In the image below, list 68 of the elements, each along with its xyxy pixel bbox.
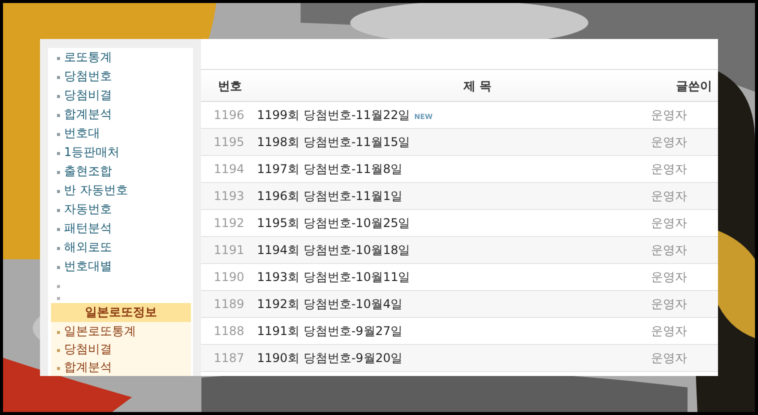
sidebar-link[interactable]: 번호대별 <box>64 257 112 276</box>
sidebar-link[interactable]: 출현조합 <box>64 162 112 181</box>
table-row[interactable]: 1187 1190회 당첨번호-9월20일 운영자 <box>201 345 718 372</box>
table-cell-text: 1190 <box>212 269 246 286</box>
table-cell-text: 1195 <box>212 134 246 151</box>
post-title-link[interactable]: 1192회 당첨번호-10월4일 <box>257 295 403 313</box>
bullet-icon <box>57 266 60 269</box>
table-row[interactable]: 1193 1196회 당첨번호-11월1일 운영자 <box>201 183 718 210</box>
table-cell-text: 1187 <box>212 350 246 367</box>
table-cell-text: 운영자 <box>650 323 688 340</box>
table-cell-text: 1191 <box>212 242 246 259</box>
post-title-link[interactable]: 1197회 당첨번호-11월8일 <box>257 160 403 178</box>
sidebar-link[interactable]: 패턴분석 <box>64 219 112 238</box>
post-title-link[interactable]: 1195회 당첨번호-10월25일 <box>257 214 410 232</box>
sidebar-link[interactable]: 당첨번호 <box>64 67 112 86</box>
table-row[interactable]: 1191 1194회 당첨번호-10월18일 운영자 <box>201 237 718 264</box>
bullet-icon <box>57 171 60 174</box>
bullet-icon <box>57 349 60 352</box>
table-cell-text: 1194 <box>212 161 246 178</box>
table-cell-text: 운영자 <box>650 188 688 205</box>
sidebar-link[interactable]: 로또통계 <box>64 48 112 67</box>
bullet-icon <box>57 228 60 231</box>
table-cell-text: 운영자 <box>650 107 688 124</box>
bullet-icon <box>57 297 60 300</box>
table-cell-text: 운영자 <box>650 350 688 367</box>
table-cell-text: 운영자 <box>650 269 688 286</box>
post-title-link[interactable]: 1199회 당첨번호-11월22일 <box>257 106 410 124</box>
sidebar-link[interactable]: 합계분석 <box>64 105 112 124</box>
section-header: 일본로또정보 <box>51 303 191 322</box>
column-header: 제 목 <box>462 78 493 94</box>
table-cell-text: 1192 <box>212 215 246 232</box>
post-title-link[interactable]: 1198회 당첨번호-11월15일 <box>257 133 410 151</box>
bullet-icon <box>57 57 60 60</box>
table-cell-text: 1193 <box>212 188 246 205</box>
table-row[interactable]: 1189 1192회 당첨번호-10월4일 운영자 <box>201 291 718 318</box>
bullet-icon <box>57 95 60 98</box>
sidebar-link[interactable]: 해외로또 <box>64 238 112 257</box>
sidebar-link[interactable]: 번호대 <box>64 124 100 143</box>
table-cell-text: 1189 <box>212 296 246 313</box>
table-row[interactable]: 1195 1198회 당첨번호-11월15일 운영자 <box>201 129 718 156</box>
bullet-icon <box>57 76 60 79</box>
post-title-link[interactable]: 1191회 당첨번호-9월27일 <box>257 322 403 340</box>
column-header: 글쓴이 <box>675 78 713 94</box>
table-cell-text: 운영자 <box>650 161 688 178</box>
table-cell-text: 운영자 <box>650 215 688 232</box>
bullet-icon <box>57 114 60 117</box>
bullet-icon <box>57 367 60 370</box>
post-title-link[interactable]: 1193회 당첨번호-10월11일 <box>257 268 410 286</box>
table-cell-text: 운영자 <box>650 242 688 259</box>
table-cell-text: 운영자 <box>650 296 688 313</box>
bullet-icon <box>57 247 60 250</box>
bullet-icon <box>57 285 60 288</box>
table-cell-text: 1196 <box>212 107 246 124</box>
sidebar-link[interactable]: 자동번호 <box>64 200 112 219</box>
bullet-icon <box>57 152 60 155</box>
post-title-link[interactable]: 1190회 당첨번호-9월20일 <box>257 349 403 367</box>
column-header: 번호 <box>217 78 243 94</box>
bullet-icon <box>57 133 60 136</box>
sidebar-link[interactable]: 1등판매처 <box>64 143 120 162</box>
bullet-icon <box>57 190 60 193</box>
sidebar-link[interactable]: 당첨비결 <box>64 86 112 105</box>
table-cell-text: 운영자 <box>650 134 688 151</box>
bullet-icon <box>57 209 60 212</box>
table-cell-text: 1188 <box>212 323 246 340</box>
sidebar-link[interactable]: 반 자동번호 <box>64 181 128 200</box>
post-title-link[interactable]: 1196회 당첨번호-11월1일 <box>257 187 403 205</box>
bullet-icon <box>57 331 60 334</box>
post-title-link[interactable]: 1194회 당첨번호-10월18일 <box>257 241 410 259</box>
